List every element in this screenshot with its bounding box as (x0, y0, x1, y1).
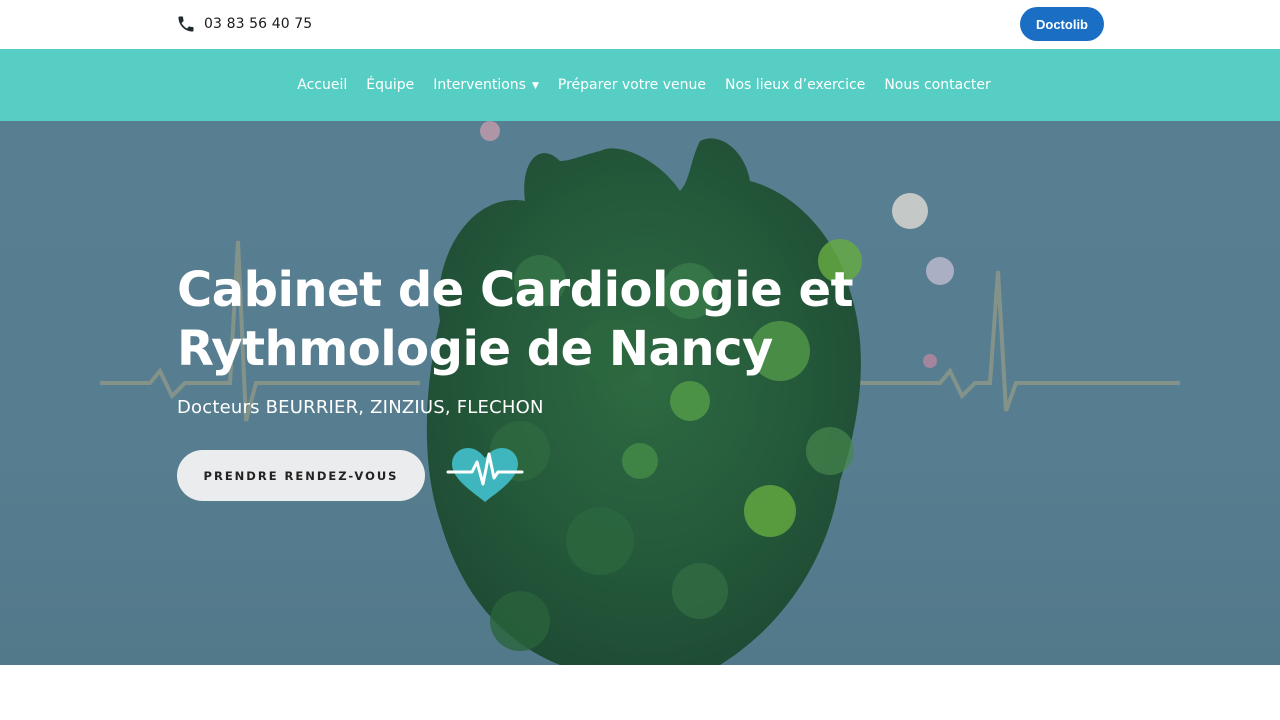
hero-subtitle: Docteurs BEURRIER, ZINZIUS, FLECHON (177, 397, 544, 418)
main-navigation: Accueil Équipe Interventions ▼ Préparer v… (0, 49, 1280, 121)
hero-title-line1: Cabinet de Cardiologie et (177, 262, 854, 318)
page-bottom-area (0, 665, 1280, 720)
nav-item-contact[interactable]: Nous contacter (884, 77, 990, 93)
nav-item-label: Équipe (366, 77, 415, 93)
nav-item-label: Accueil (297, 77, 348, 93)
nav-item-interventions[interactable]: Interventions ▼ (433, 77, 539, 93)
appointment-button[interactable]: PRENDRE RENDEZ-VOUS (177, 450, 425, 501)
nav-item-label: Interventions (433, 77, 526, 93)
hero-section: Cabinet de Cardiologie et Rythmologie de… (0, 121, 1280, 665)
nav-item-label: Nous contacter (884, 77, 991, 93)
chevron-down-icon: ▼ (531, 81, 539, 91)
hero-title-line2: Rythmologie de Nancy (177, 321, 773, 377)
top-bar: 03 83 56 40 75 Doctolib (0, 0, 1280, 49)
nav-item-label: Préparer votre venue (557, 77, 707, 93)
nav-item-preparer-venue[interactable]: Préparer votre venue (558, 77, 706, 93)
nav-item-accueil[interactable]: Accueil (297, 77, 347, 93)
doctolib-button[interactable]: Doctolib (1020, 7, 1104, 41)
hero-title: Cabinet de Cardiologie et Rythmologie de… (177, 261, 937, 379)
nav-item-label: Nos lieux d’exercice (725, 77, 866, 93)
phone-contact[interactable]: 03 83 56 40 75 (176, 12, 312, 36)
nav-item-lieux-exercice[interactable]: Nos lieux d’exercice (725, 77, 865, 93)
hero-overlay (0, 121, 1280, 665)
nav-item-equipe[interactable]: Équipe (366, 77, 414, 93)
heartbeat-icon (446, 448, 524, 502)
phone-icon (176, 14, 196, 34)
phone-number[interactable]: 03 83 56 40 75 (204, 16, 312, 32)
